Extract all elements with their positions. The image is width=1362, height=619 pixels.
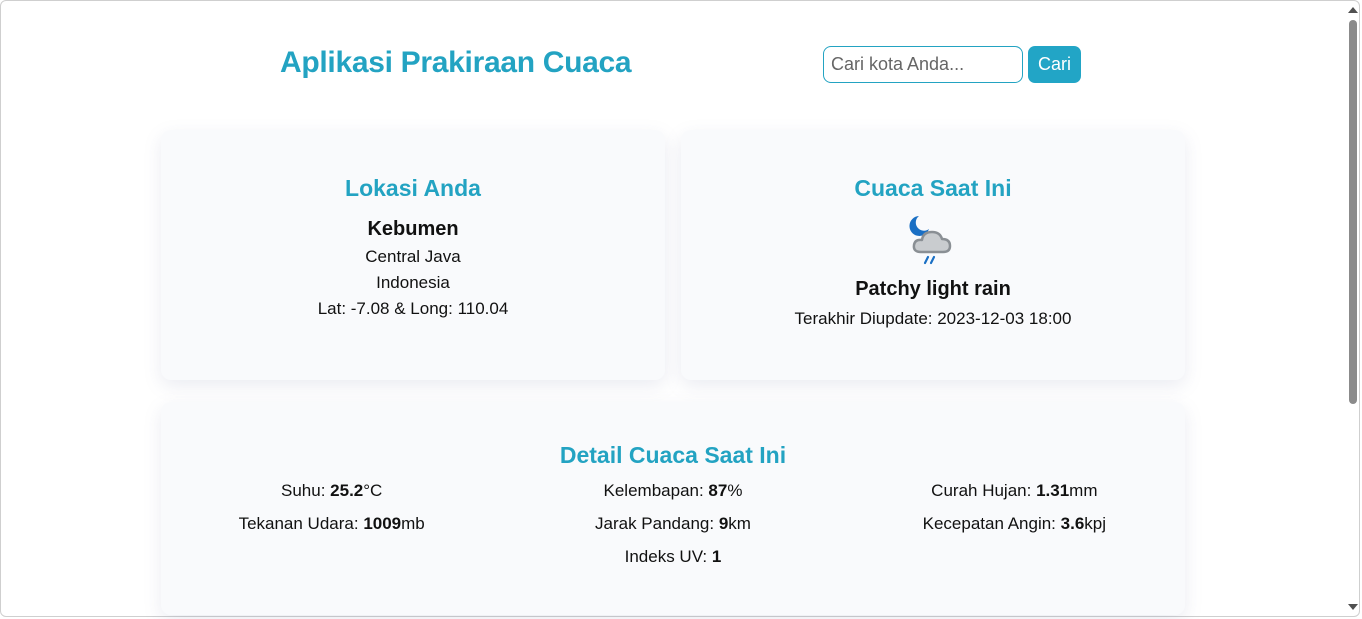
weather-details-card: Detail Cuaca Saat Ini Suhu: 25.2°C Kelem… — [161, 402, 1185, 615]
detail-visibility: Jarak Pandang: 9km — [595, 514, 751, 533]
search-input[interactable] — [823, 46, 1023, 83]
coordinates: Lat: -7.08 & Long: 110.04 — [317, 299, 509, 318]
region-name: Central Java — [365, 247, 461, 266]
detail-uv-index: Indeks UV: 1 — [624, 547, 722, 566]
detail-precipitation: Curah Hujan: 1.31mm — [931, 481, 1098, 500]
search-bar: Cari — [823, 46, 1081, 83]
vertical-scrollbar[interactable] — [1345, 2, 1360, 615]
detail-pressure: Tekanan Udara: 1009mb — [238, 514, 425, 533]
current-weather-card: Cuaca Saat Ini Patchy light rain Terakhi… — [681, 130, 1185, 380]
search-button[interactable]: Cari — [1028, 46, 1081, 83]
location-heading: Lokasi Anda — [345, 175, 481, 201]
night-cloud-rain-icon — [903, 212, 963, 272]
last-updated: Terakhir Diupdate: 2023-12-03 18:00 — [794, 309, 1072, 328]
scrollbar-thumb[interactable] — [1349, 20, 1357, 404]
current-weather-heading: Cuaca Saat Ini — [854, 175, 1012, 201]
details-grid: Suhu: 25.2°C Kelembapan: 87% Curah Hujan… — [161, 481, 1185, 567]
scroll-down-arrow-icon[interactable] — [1348, 604, 1358, 610]
location-card: Lokasi Anda Kebumen Central Java Indones… — [161, 130, 665, 380]
city-name: Kebumen — [367, 218, 459, 240]
details-heading: Detail Cuaca Saat Ini — [559, 442, 787, 468]
page-title: Aplikasi Prakiraan Cuaca — [280, 46, 632, 79]
detail-humidity: Kelembapan: 87% — [603, 481, 743, 500]
weather-condition: Patchy light rain — [855, 278, 1011, 300]
country-name: Indonesia — [376, 273, 450, 292]
detail-wind-speed: Kecepatan Angin: 3.6kpj — [922, 514, 1107, 533]
scroll-up-arrow-icon[interactable] — [1348, 7, 1358, 13]
detail-temperature: Suhu: 25.2°C — [281, 481, 383, 500]
